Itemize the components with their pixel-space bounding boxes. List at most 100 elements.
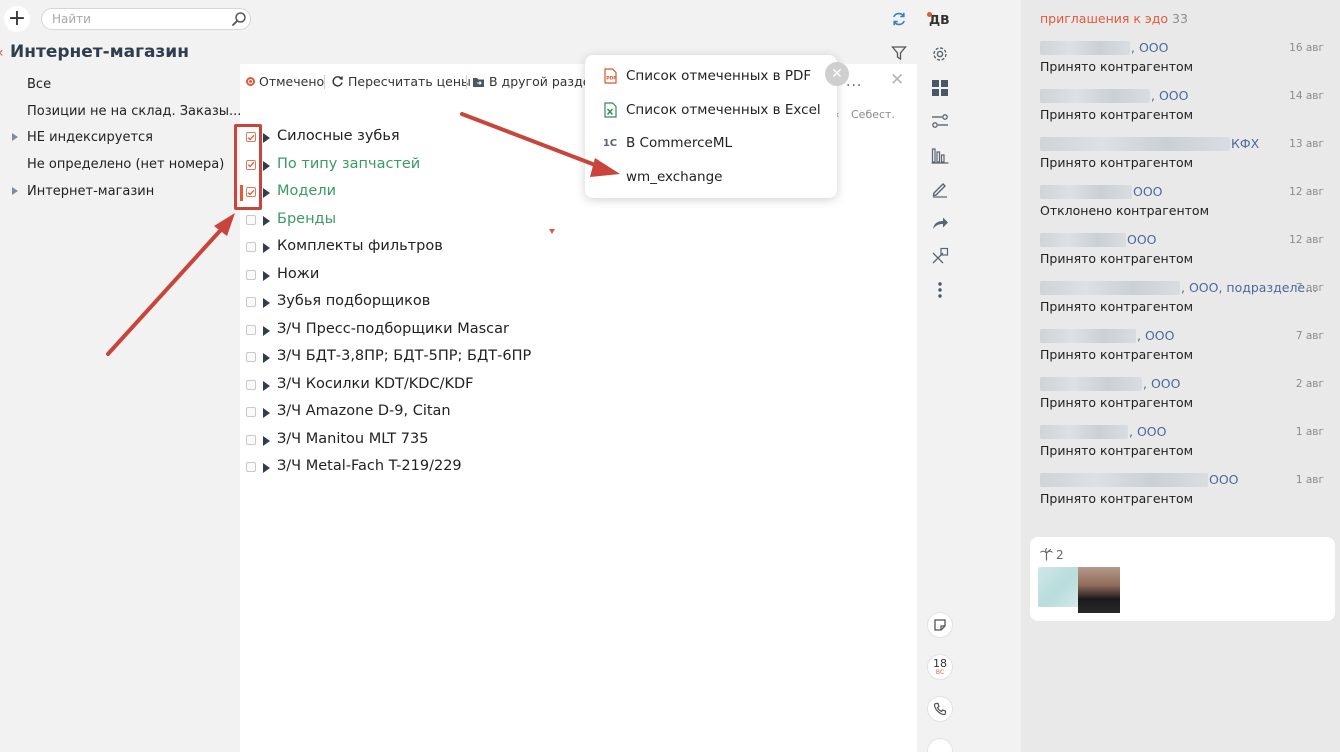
tree-row[interactable]: Комплекты фильтров bbox=[240, 236, 840, 260]
marked-button[interactable]: Отмечено bbox=[246, 74, 324, 89]
user-avatar[interactable]: ДВ bbox=[927, 12, 950, 27]
sidebar-item-not-indexed[interactable]: НЕ индексируется bbox=[27, 130, 153, 145]
menu-item-export-pdf[interactable]: PDF Список отмеченных в PDF bbox=[602, 64, 811, 88]
edo-status: Отклонено контрагентом bbox=[1040, 203, 1210, 218]
tree-row[interactable]: З/Ч Metal-Fach T-219/229 bbox=[240, 456, 840, 480]
row-checkbox[interactable] bbox=[246, 297, 256, 307]
expand-triangle-icon[interactable] bbox=[263, 353, 270, 363]
edo-list-item[interactable]: , ООО 1 авг Принято контрагентом bbox=[1040, 424, 1330, 464]
edo-list-item[interactable]: ООО 12 авг Принято контрагентом bbox=[1040, 232, 1330, 272]
sidebar-item-online-store[interactable]: Интернет-магазин bbox=[27, 184, 154, 199]
calendar-button[interactable]: 18 ВС bbox=[927, 654, 953, 680]
back-chevron-icon[interactable]: ‹ bbox=[0, 45, 4, 61]
expand-triangle-icon[interactable] bbox=[263, 463, 270, 473]
edo-org-name: ООО bbox=[1209, 472, 1239, 487]
tree-row[interactable]: З/Ч Пресс-подборщики Mascar bbox=[240, 319, 840, 343]
add-button[interactable]: + bbox=[4, 6, 30, 32]
phone-button[interactable] bbox=[927, 696, 953, 722]
photo-card[interactable]: 2 bbox=[1030, 537, 1335, 621]
tree-row-label: Комплекты фильтров bbox=[277, 238, 443, 254]
tree-row[interactable]: Ножи bbox=[240, 264, 840, 288]
sidebar-item-all[interactable]: Все bbox=[27, 77, 51, 92]
close-selection-icon[interactable]: ✕ bbox=[890, 70, 904, 90]
edo-list-item[interactable]: , ООО 16 авг Принято контрагентом bbox=[1040, 40, 1330, 80]
column-header-cost[interactable]: Себест. bbox=[851, 108, 895, 121]
edo-date: 12 авг bbox=[1289, 186, 1324, 198]
bar-chart-icon[interactable] bbox=[930, 145, 950, 165]
edo-list-item[interactable]: , ООО 7 авг Принято контрагентом bbox=[1040, 328, 1330, 368]
sliders-icon[interactable] bbox=[930, 111, 950, 131]
search-icon[interactable] bbox=[231, 11, 247, 27]
share-arrow-icon[interactable] bbox=[930, 213, 950, 233]
expand-triangle-icon[interactable] bbox=[263, 243, 270, 253]
more-actions-icon[interactable]: ... bbox=[846, 74, 862, 90]
edo-date: 14 авг bbox=[1289, 90, 1324, 102]
menu-item-commerceml[interactable]: 1С В CommerceML bbox=[602, 131, 732, 155]
grid-apps-icon[interactable] bbox=[930, 78, 950, 98]
1c-icon: 1С bbox=[602, 137, 618, 149]
tree-row-label: Ножи bbox=[277, 265, 320, 282]
edo-list-item[interactable]: , ООО 2 авг Принято контрагентом bbox=[1040, 376, 1330, 416]
menu-item-wm-exchange[interactable]: wm_exchange bbox=[602, 165, 722, 189]
toolbar-divider bbox=[324, 75, 325, 89]
settings-icon[interactable] bbox=[930, 44, 950, 64]
edo-count-badge: 33 bbox=[1172, 11, 1188, 26]
row-checkbox[interactable] bbox=[246, 407, 256, 417]
expand-triangle-icon[interactable] bbox=[263, 380, 270, 391]
toolbar-divider bbox=[466, 75, 467, 89]
expand-triangle-icon[interactable] bbox=[263, 435, 270, 446]
edo-list-item[interactable]: ООО 12 авг Отклонено контрагентом bbox=[1040, 184, 1330, 224]
row-checkbox[interactable] bbox=[246, 214, 256, 225]
pencil-icon[interactable] bbox=[930, 179, 950, 199]
tree-row[interactable]: Зубья подборщиков bbox=[240, 291, 840, 315]
tree-row[interactable]: З/Ч Amazone D-9, Citan bbox=[240, 401, 840, 425]
edo-status: Принято контрагентом bbox=[1040, 299, 1194, 314]
expand-triangle-icon[interactable] bbox=[263, 160, 270, 171]
expand-triangle-icon[interactable] bbox=[263, 325, 270, 336]
row-checkbox[interactable] bbox=[246, 434, 256, 445]
tree-row[interactable]: Бренды bbox=[240, 209, 840, 233]
photo-thumbnail[interactable] bbox=[1078, 567, 1120, 613]
tree-row[interactable]: З/Ч Косилки KDT/KDC/KDF bbox=[240, 374, 840, 398]
sidebar-item-undefined[interactable]: Не определено (нет номера) bbox=[27, 157, 224, 172]
edo-list-item[interactable]: , ООО 14 авг Принято контрагентом bbox=[1040, 88, 1330, 128]
move-section-button[interactable]: В другой раздел bbox=[472, 74, 598, 89]
filter-icon[interactable] bbox=[891, 45, 907, 61]
tools-icon[interactable] bbox=[930, 246, 950, 266]
edo-status: Принято контрагентом bbox=[1040, 443, 1194, 458]
sidebar-item-not-in-stock[interactable]: Позиции не на склад. Заказы... bbox=[27, 104, 241, 119]
expand-triangle-icon[interactable] bbox=[263, 270, 270, 281]
row-checkbox[interactable] bbox=[246, 462, 256, 472]
expand-triangle-icon[interactable] bbox=[263, 298, 270, 308]
more-vertical-icon[interactable] bbox=[930, 280, 950, 300]
expand-triangle-icon[interactable] bbox=[12, 133, 18, 141]
expand-triangle-icon[interactable] bbox=[263, 215, 270, 226]
edo-list-item[interactable]: КФХ 13 авг Принято контрагентом bbox=[1040, 136, 1330, 176]
recalc-prices-button[interactable]: Пересчитать цены bbox=[331, 74, 471, 89]
edo-panel-title[interactable]: приглашения к эдо 33 bbox=[1040, 11, 1188, 26]
expand-triangle-icon[interactable] bbox=[263, 408, 270, 418]
sticky-note-button[interactable] bbox=[927, 612, 953, 638]
row-checkbox[interactable] bbox=[246, 324, 256, 335]
tree-row[interactable]: З/Ч Manitou MLT 735 bbox=[240, 429, 840, 453]
tree-row-label: Бренды bbox=[277, 210, 337, 227]
sync-icon[interactable] bbox=[891, 11, 907, 27]
row-checkbox[interactable] bbox=[246, 352, 256, 362]
tree-row[interactable]: З/Ч БДТ-3,8ПР; БДТ-5ПР; БДТ-6ПР bbox=[240, 346, 840, 370]
expand-triangle-icon[interactable] bbox=[263, 133, 270, 143]
edo-list-item[interactable]: ООО 1 авг Принято контрагентом bbox=[1040, 472, 1330, 512]
svg-text:PDF: PDF bbox=[606, 76, 616, 82]
expand-triangle-icon[interactable] bbox=[263, 188, 270, 198]
row-checkbox[interactable] bbox=[246, 269, 256, 280]
redacted-name bbox=[1040, 41, 1130, 55]
edo-list-item[interactable]: , ООО, подразделе... 7 авг Принято контраг… bbox=[1040, 280, 1330, 320]
row-checkbox[interactable] bbox=[246, 242, 256, 252]
row-checkbox[interactable] bbox=[246, 379, 256, 390]
expand-triangle-icon[interactable] bbox=[12, 187, 18, 195]
search-input[interactable] bbox=[41, 8, 251, 30]
help-button[interactable] bbox=[927, 738, 953, 752]
menu-item-export-excel[interactable]: Список отмеченных в Excel bbox=[602, 98, 821, 122]
tree-row-label: Модели bbox=[277, 183, 337, 199]
page-title: Интернет-магазин bbox=[10, 42, 189, 62]
tree-row-label: По типу запчастей bbox=[277, 155, 421, 172]
